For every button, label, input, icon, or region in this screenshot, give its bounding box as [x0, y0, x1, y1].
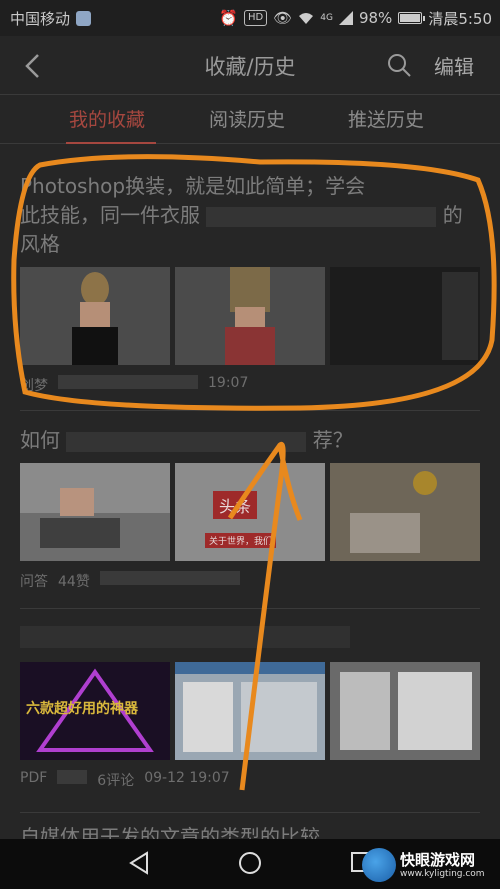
active-tab-indicator — [66, 142, 156, 144]
article-title-line: Photoshop换装，就是如此简单；学会 — [20, 174, 366, 198]
thumbnail-image: 头条 关于世界，我们 — [175, 463, 325, 561]
thumbnail-image — [330, 662, 480, 760]
list-item[interactable]: 如何 荐？ 头条 关于世界，我们 问答 44赞 — [20, 426, 480, 591]
watermark-logo — [362, 848, 396, 882]
signal-text: 4G — [320, 13, 333, 23]
meta-likes: 44赞 — [58, 574, 90, 590]
thumbnail-caption: 头条 — [213, 491, 258, 519]
app-notification-icon — [76, 10, 92, 26]
list-item[interactable]: 六款超好用的神器 PDF 6评论 09-12 19:07 — [20, 626, 480, 790]
tab-push-history[interactable]: 推送历史 — [348, 105, 424, 132]
nav-home-icon[interactable] — [238, 851, 262, 875]
article-meta: 问答 44赞 — [20, 571, 480, 591]
blurred-text — [66, 431, 307, 452]
tab-favorites[interactable]: 我的收藏 — [69, 105, 145, 132]
eye-icon: 👁 — [273, 9, 293, 27]
article-title-text: 如何 — [20, 428, 60, 452]
watermark-name: 快眼游戏网 — [400, 851, 476, 869]
article-title-line: 此技能，同一件衣服 的 — [20, 201, 480, 230]
meta-source: 问答 — [20, 574, 48, 590]
tab-reading-history[interactable]: 阅读历史 — [209, 105, 285, 132]
thumbnail-image — [330, 463, 480, 561]
list-item[interactable]: 自媒体用于发的文章的类型的比较 — [20, 820, 480, 839]
tab-bar: 我的收藏 阅读历史 推送历史 — [0, 94, 500, 144]
divider — [20, 608, 480, 609]
thumbnail-image: 六款超好用的神器 — [20, 662, 170, 760]
status-bar: 中国移动 ⏰ HD 👁 4G 98% 清晨5:50 — [0, 0, 500, 36]
thumbnail-row: 六款超好用的神器 — [20, 662, 480, 760]
watermark: 快眼游戏网 www.kyligting.com — [362, 843, 498, 887]
thumbnail-row: 头条 关于世界，我们 — [20, 463, 480, 561]
thumbnail-image — [330, 267, 480, 365]
thumbnail-row — [20, 267, 480, 365]
thumbnail-caption: 关于世界，我们 — [205, 533, 277, 548]
article-title: 自媒体用于发的文章的类型的比较 — [20, 825, 320, 839]
carrier-label: 中国移动 — [10, 9, 71, 28]
article-meta: PDF 6评论 09-12 19:07 — [20, 770, 480, 790]
thumbnail-image — [175, 267, 325, 365]
page-title: 收藏/历史 — [204, 55, 296, 79]
blurred-title — [20, 626, 350, 648]
cell-signal-icon — [338, 11, 353, 25]
meta-comments: 6评论 — [97, 773, 135, 789]
divider — [20, 410, 480, 411]
article-title-text: 的 — [442, 203, 463, 227]
list-item[interactable]: Photoshop换装，就是如此简单；学会 此技能，同一件衣服 的 风格 创梦 … — [20, 172, 480, 395]
meta-time: 09-12 19:07 — [144, 770, 230, 786]
nav-back-icon[interactable] — [128, 851, 150, 875]
blurred-text — [99, 571, 240, 585]
blurred-text — [206, 206, 437, 227]
article-title-text: 荐？ — [312, 428, 353, 452]
meta-source: 创梦 — [20, 378, 48, 394]
blurred-text — [58, 375, 198, 389]
divider — [20, 812, 480, 813]
search-icon[interactable] — [386, 52, 412, 78]
hd-badge: HD — [243, 10, 268, 26]
wifi-icon — [299, 13, 314, 24]
meta-time: 19:07 — [208, 375, 249, 391]
clock: 清晨5:50 — [428, 9, 492, 28]
alarm-icon: ⏰ — [219, 9, 238, 27]
battery-icon — [398, 12, 426, 24]
article-meta: 创梦 19:07 — [20, 375, 480, 395]
article-title-line: 风格 — [20, 232, 60, 256]
edit-button[interactable]: 编辑 — [434, 51, 474, 80]
blurred-text — [57, 770, 88, 784]
thumbnail-image — [20, 267, 170, 365]
article-title: Photoshop换装，就是如此简单；学会 此技能，同一件衣服 的 风格 — [20, 172, 480, 259]
thumbnail-image — [175, 662, 325, 760]
watermark-url: www.kyligting.com — [400, 869, 485, 879]
article-title: 如何 荐？ — [20, 426, 480, 455]
article-title-text: 此技能，同一件衣服 — [20, 203, 200, 227]
battery-percent: 98% — [358, 9, 393, 27]
thumbnail-image — [20, 463, 170, 561]
thumbnail-caption: 六款超好用的神器 — [26, 701, 138, 717]
meta-source: PDF — [20, 770, 48, 786]
header: 收藏/历史 编辑 — [0, 36, 500, 94]
